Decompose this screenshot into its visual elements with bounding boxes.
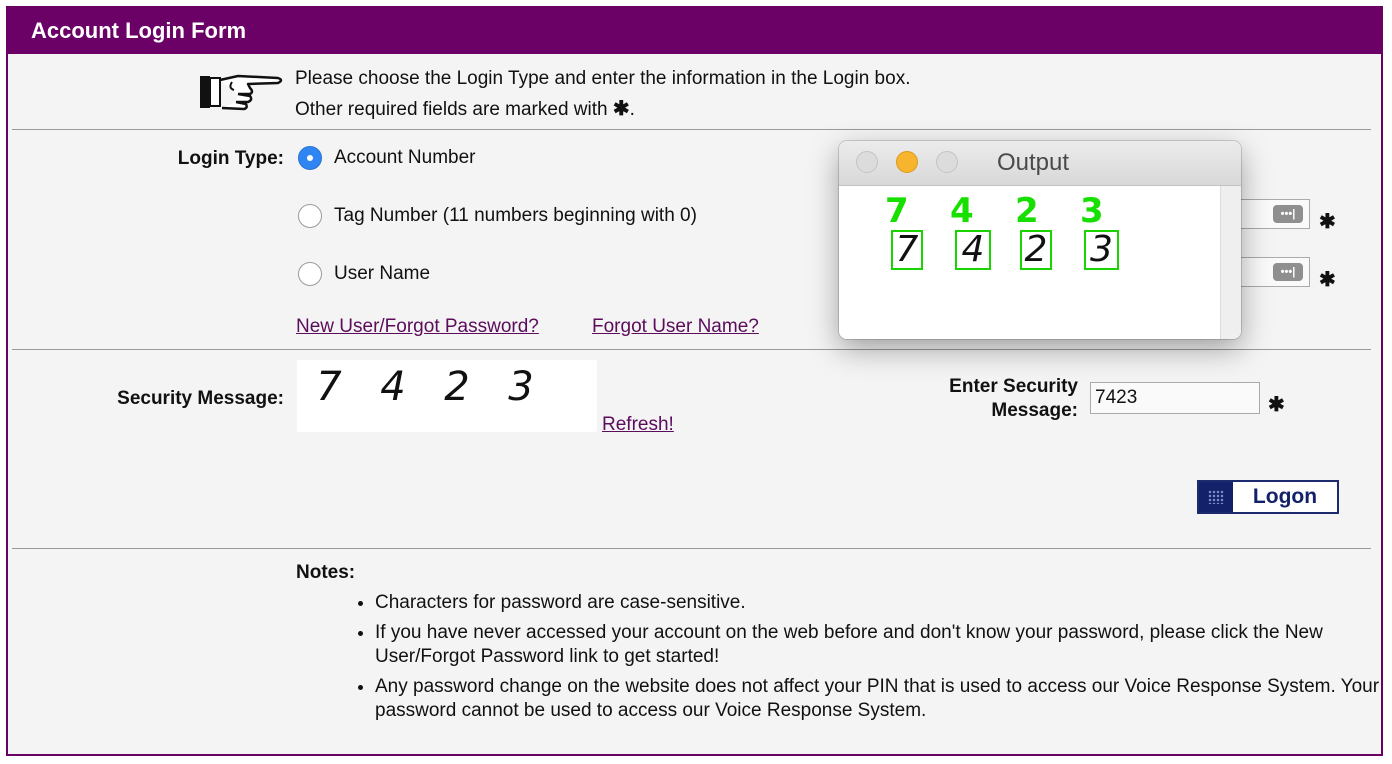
refresh-captcha-link[interactable]: Refresh! <box>602 414 674 436</box>
detected-label: 3 <box>1080 191 1104 231</box>
enter-security-message-label: Enter Security Message: <box>949 376 1078 421</box>
minimize-window-icon[interactable] <box>896 151 918 173</box>
captcha-image: 7 4 2 3 <box>297 360 597 432</box>
login-type-label: Login Type: <box>177 148 284 169</box>
captcha-char: 3 <box>508 364 534 410</box>
password-autofill-icon[interactable]: •••| <box>1273 263 1303 281</box>
forgot-user-name-link[interactable]: Forgot User Name? <box>592 316 759 338</box>
radio-label: Tag Number (11 numbers beginning with 0) <box>334 205 697 226</box>
detected-label: 4 <box>950 191 974 231</box>
detection-box: 2 <box>1020 230 1052 270</box>
divider <box>12 548 1371 549</box>
keypad-icon <box>1199 482 1233 512</box>
required-star-icon: ✱ <box>1268 394 1285 416</box>
zoom-window-icon[interactable] <box>936 151 958 173</box>
logon-button[interactable]: Logon <box>1197 480 1339 514</box>
security-message-input[interactable]: 7423 <box>1090 382 1260 414</box>
divider <box>12 349 1371 350</box>
account-login-form: Account Login Form Please choose the Log… <box>6 6 1383 756</box>
output-window-title: Output <box>997 149 1070 176</box>
new-user-forgot-password-link[interactable]: New User/Forgot Password? <box>296 316 539 338</box>
required-star-icon: ✱ <box>1319 211 1336 233</box>
list-item: If you have never accessed your account … <box>375 621 1385 669</box>
radio-button[interactable] <box>298 204 322 228</box>
required-star-icon: ✱ <box>1319 269 1336 291</box>
intro-line-1: Please choose the Login Type and enter t… <box>295 68 911 89</box>
required-star-icon: ✱ <box>612 98 630 120</box>
radio-user-name[interactable]: User Name <box>298 262 430 286</box>
output-image: 7 4 2 3 7 4 2 3 <box>839 186 1241 339</box>
login-field[interactable]: •••| <box>1240 199 1310 229</box>
radio-account-number[interactable]: Account Number <box>298 146 476 170</box>
detection-box: 7 <box>891 230 923 270</box>
password-field[interactable]: •••| <box>1240 257 1310 287</box>
radio-label: User Name <box>334 263 431 284</box>
captcha-char: 2 <box>444 364 470 410</box>
security-message-label: Security Message: <box>117 388 284 409</box>
intro-line-2: Other required fields are marked with ✱. <box>295 98 635 120</box>
captcha-char: 4 <box>380 364 406 410</box>
intro-text: Please choose the Login Type and enter t… <box>295 64 910 125</box>
radio-button[interactable] <box>298 146 322 170</box>
divider <box>12 129 1371 130</box>
close-window-icon[interactable] <box>856 151 878 173</box>
detection-box: 4 <box>955 230 991 270</box>
detected-label: 2 <box>1015 191 1039 231</box>
radio-button[interactable] <box>298 262 322 286</box>
radio-tag-number[interactable]: Tag Number (11 numbers beginning with 0) <box>298 204 697 228</box>
pointing-hand-icon <box>198 70 284 119</box>
password-autofill-icon[interactable]: •••| <box>1273 205 1303 223</box>
detection-box: 3 <box>1084 230 1119 270</box>
form-title: Account Login Form <box>8 8 1381 54</box>
radio-label: Account Number <box>334 147 476 168</box>
output-window-scrollbar[interactable] <box>1220 186 1241 339</box>
output-window: Output 7 4 2 3 7 4 2 3 <box>839 141 1241 339</box>
captcha-char: 7 <box>316 364 342 410</box>
list-item: Characters for password are case-sensiti… <box>375 591 1385 615</box>
logon-button-label: Logon <box>1252 485 1318 508</box>
notes-list: Characters for password are case-sensiti… <box>295 591 1385 729</box>
detected-label: 7 <box>885 191 909 231</box>
output-window-titlebar[interactable]: Output <box>839 141 1241 186</box>
notes-title: Notes: <box>296 562 356 583</box>
list-item: Any password change on the website does … <box>375 675 1385 723</box>
